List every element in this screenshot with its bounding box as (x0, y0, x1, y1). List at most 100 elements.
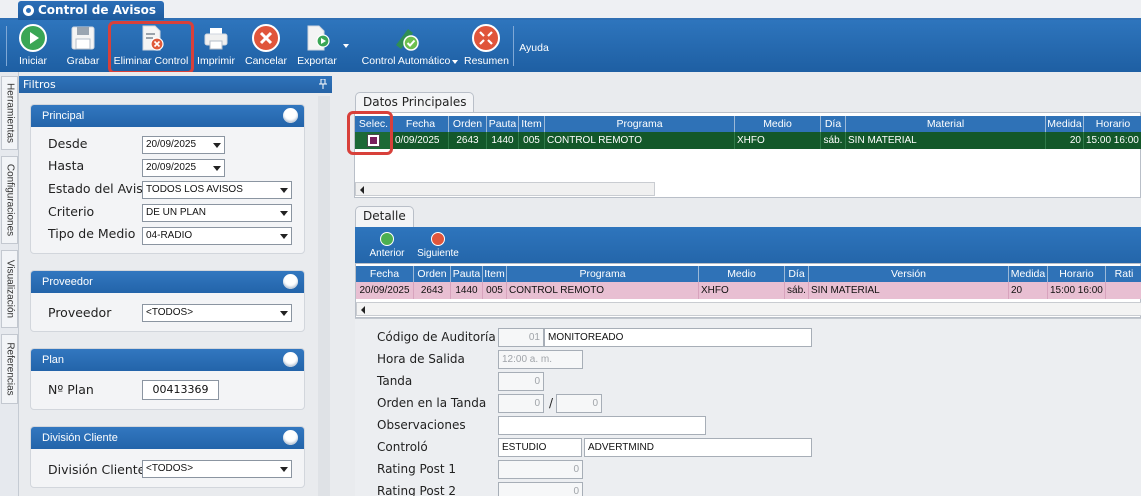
controlo-label: Controló (377, 440, 428, 454)
tanda-input[interactable]: 0 (498, 372, 544, 391)
previous-icon (380, 232, 394, 246)
rating-post-1-input[interactable]: 0 (498, 460, 583, 479)
imprimir-button[interactable]: Imprimir (195, 23, 237, 70)
col-pauta[interactable]: Pauta (487, 116, 519, 132)
col-medio[interactable]: Medio (735, 116, 821, 132)
datos-principales-grid: Selec. Fecha Orden Pauta Item Programa M… (354, 112, 1141, 198)
col-material[interactable]: Material (846, 116, 1046, 132)
tab-detalle[interactable]: Detalle (355, 206, 414, 227)
group-division-cliente-header: División Cliente (31, 427, 304, 449)
hora-salida-label: Hora de Salida (377, 352, 465, 366)
col-medio[interactable]: Medio (699, 266, 785, 282)
cancelar-button[interactable]: Cancelar (243, 23, 289, 70)
scroll-left-icon[interactable] (361, 306, 365, 314)
col-item[interactable]: Item (519, 116, 545, 132)
col-rating[interactable]: Rati (1106, 266, 1141, 282)
orden-tanda-total-input[interactable]: 0 (556, 394, 602, 413)
observaciones-input[interactable] (498, 416, 706, 435)
orden-tanda-input[interactable]: 0 (498, 394, 544, 413)
col-programa[interactable]: Programa (545, 116, 735, 132)
rating-post-1-label: Rating Post 1 (377, 462, 457, 476)
rating-post-2-input[interactable]: 0 (498, 482, 583, 496)
control-automatico-button[interactable]: Control Automático (356, 23, 456, 70)
controlo-name-input[interactable]: ADVERTMIND (584, 438, 812, 457)
col-medida[interactable]: Medida (1009, 266, 1048, 282)
collapse-icon[interactable] (283, 274, 298, 289)
table-row[interactable]: 0/09/2025 2643 1440 005 CONTROL REMOTO X… (355, 132, 1141, 149)
hora-salida-input[interactable]: 12:00 a. m. (498, 350, 583, 369)
col-orden[interactable]: Orden (414, 266, 451, 282)
control-automatico-dropdown-icon[interactable] (452, 60, 458, 64)
exportar-button[interactable]: Exportar (294, 23, 340, 70)
app-logo-icon (23, 5, 34, 16)
cell-fecha: 0/09/2025 (393, 132, 449, 149)
codigo-auditoria-code[interactable]: 01 (498, 328, 544, 347)
col-fecha[interactable]: Fecha (393, 116, 449, 132)
controlo-code-input[interactable]: ESTUDIO (498, 438, 582, 457)
col-dia[interactable]: Día (821, 116, 846, 132)
nro-plan-input[interactable]: 00413369 (142, 380, 219, 400)
detalle-toolbar: Anterior Siguiente (355, 227, 1141, 263)
collapse-icon[interactable] (283, 108, 298, 123)
col-orden[interactable]: Orden (449, 116, 487, 132)
hasta-label: Hasta (48, 158, 85, 173)
cell-version: SIN MATERIAL (809, 282, 1009, 299)
vtab-configuraciones[interactable]: Configuraciones (1, 156, 18, 244)
estado-aviso-select[interactable]: TODOS LOS AVISOS (142, 181, 292, 199)
pin-icon[interactable] (319, 79, 327, 89)
detalle-horizontal-scrollbar[interactable] (356, 302, 1141, 316)
datos-horizontal-scrollbar[interactable] (355, 182, 655, 196)
cell-medio: XHFO (735, 132, 821, 149)
exportar-dropdown-icon[interactable] (343, 44, 349, 48)
resumen-button[interactable]: Resumen (464, 23, 509, 70)
scroll-left-icon[interactable] (360, 186, 364, 194)
collapse-icon[interactable] (283, 352, 298, 367)
desde-date-picker[interactable]: 20/09/2025 (142, 136, 225, 154)
col-horario[interactable]: Horario (1084, 116, 1141, 132)
criterio-select[interactable]: DE UN PLAN (142, 204, 292, 222)
col-version[interactable]: Versión (809, 266, 1009, 282)
tab-control-de-avisos[interactable]: Control de Avisos (18, 1, 165, 20)
vtab-herramientas[interactable]: Herramientas (1, 76, 18, 150)
vtab-visualizacion[interactable]: Visualización (1, 250, 18, 328)
hasta-date-picker[interactable]: 20/09/2025 (142, 159, 225, 177)
col-dia[interactable]: Día (785, 266, 809, 282)
collapse-icon[interactable] (283, 430, 298, 445)
estado-aviso-label: Estado del Aviso (48, 181, 151, 196)
division-cliente-label: División Cliente (48, 462, 146, 477)
group-proveedor: Proveedor Proveedor <TODOS> (30, 270, 305, 332)
tab-datos-principales[interactable]: Datos Principales (355, 92, 475, 112)
detalle-form: Código de Auditoría 01 MONITOREADO Hora … (355, 318, 1141, 496)
cell-medida: 20 (1046, 132, 1084, 149)
anterior-button[interactable]: Anterior (367, 232, 407, 259)
proveedor-select[interactable]: <TODOS> (142, 304, 292, 322)
col-horario[interactable]: Horario (1048, 266, 1106, 282)
cell-material: SIN MATERIAL (846, 132, 1046, 149)
vtab-referencias[interactable]: Referencias (1, 334, 18, 404)
summary-icon (472, 24, 500, 52)
cell-medio: XHFO (699, 282, 785, 299)
tipo-medio-select[interactable]: 04-RADIO (142, 227, 292, 245)
siguiente-button[interactable]: Siguiente (415, 232, 461, 259)
col-item[interactable]: Item (483, 266, 507, 282)
highlight-selec-column (347, 111, 393, 155)
chevron-down-icon (280, 311, 288, 316)
grabar-button[interactable]: Grabar (63, 23, 103, 70)
table-row[interactable]: 20/09/2025 2643 1440 005 CONTROL REMOTO … (356, 282, 1141, 299)
col-fecha[interactable]: Fecha (356, 266, 414, 282)
play-icon (19, 24, 47, 52)
col-programa[interactable]: Programa (507, 266, 699, 282)
filters-scrollbar[interactable] (318, 96, 330, 496)
save-disk-icon (71, 26, 95, 50)
chevron-down-icon (280, 467, 288, 472)
cell-horario: 15:00 16:00 (1086, 135, 1139, 146)
col-pauta[interactable]: Pauta (451, 266, 483, 282)
col-medida[interactable]: Medida (1046, 116, 1084, 132)
cell-programa: CONTROL REMOTO (507, 282, 699, 299)
toolbar-separator (513, 26, 514, 66)
side-vertical-tabs: Herramientas Configuraciones Visualizaci… (0, 72, 19, 496)
division-cliente-select[interactable]: <TODOS> (142, 460, 292, 478)
iniciar-button[interactable]: Iniciar (14, 23, 52, 70)
cell-medida: 20 (1009, 282, 1048, 299)
codigo-auditoria-desc[interactable]: MONITOREADO (544, 328, 812, 347)
